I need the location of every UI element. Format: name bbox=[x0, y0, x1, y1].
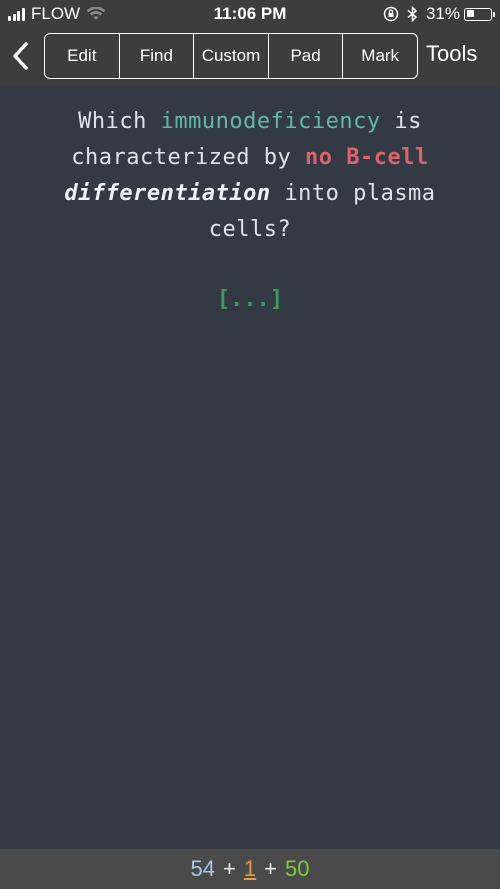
tool-segmented-control: Edit Find Custom Pad Mark bbox=[44, 33, 418, 79]
mark-button[interactable]: Mark bbox=[342, 34, 417, 78]
due-counts-bar: 54 + 1 + 50 bbox=[0, 849, 500, 889]
new-count: 54 bbox=[190, 856, 216, 881]
reviewer-toolbar: Edit Find Custom Pad Mark Tools bbox=[0, 28, 500, 86]
chevron-left-icon[interactable] bbox=[6, 36, 36, 76]
bluetooth-icon bbox=[407, 6, 418, 22]
status-bar: FLOW 11:06 PM 31% bbox=[0, 0, 500, 28]
find-button[interactable]: Find bbox=[118, 34, 194, 78]
battery-fill bbox=[466, 10, 474, 17]
cloze-placeholder: [...] bbox=[216, 287, 284, 312]
question-italic: differentiation bbox=[64, 181, 271, 206]
question-emphasis: no B-cell bbox=[304, 145, 429, 170]
question-text: Which bbox=[78, 109, 161, 134]
edit-button[interactable]: Edit bbox=[45, 34, 119, 78]
plus-separator: + bbox=[264, 856, 277, 881]
status-right: 31% bbox=[383, 4, 495, 24]
tools-button[interactable]: Tools bbox=[426, 41, 477, 67]
custom-button[interactable]: Custom bbox=[193, 34, 268, 78]
battery-icon bbox=[464, 7, 495, 21]
battery-percent: 31% bbox=[425, 4, 460, 23]
question-term: immunodeficiency bbox=[160, 109, 381, 134]
plus-separator: + bbox=[223, 856, 236, 881]
learning-count: 1 bbox=[243, 856, 257, 881]
review-count: 50 bbox=[284, 856, 310, 881]
card-question: Which immunodeficiency is characterized … bbox=[40, 104, 460, 248]
pad-button[interactable]: Pad bbox=[267, 34, 343, 78]
rotation-lock-icon bbox=[383, 6, 399, 22]
